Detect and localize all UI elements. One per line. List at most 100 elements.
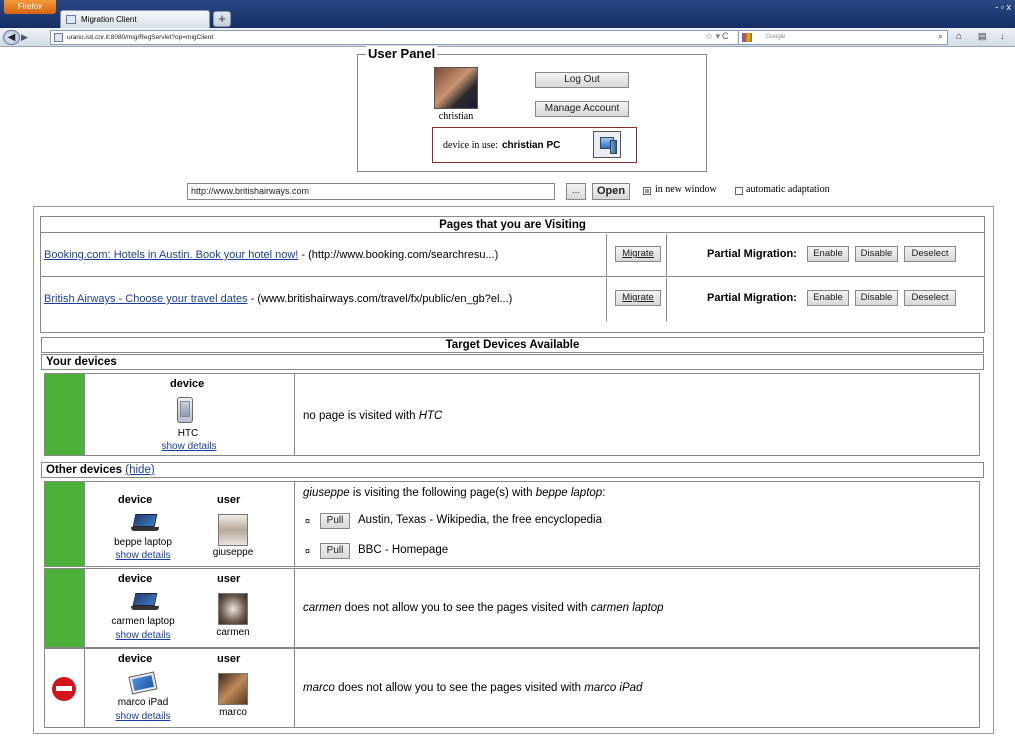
show-details-link[interactable]: show details: [103, 550, 183, 561]
device-available-indicator: [45, 482, 85, 566]
device-row-marco-ipad: device user marco iPad show details marc…: [44, 648, 980, 728]
device-message: no page is visited with HTC: [303, 410, 442, 422]
show-details-link[interactable]: show details: [103, 630, 183, 641]
log-out-button[interactable]: Log Out: [535, 72, 629, 88]
search-icon[interactable]: ⌕: [938, 31, 943, 42]
enable-button[interactable]: Enable: [807, 290, 849, 306]
message-device: HTC: [418, 410, 443, 422]
page-favicon-icon: [66, 15, 76, 24]
device-row-carmen-laptop: device user carmen laptop show details c…: [44, 568, 980, 648]
deselect-button[interactable]: Deselect: [904, 246, 956, 262]
show-details-link[interactable]: show details: [103, 711, 183, 722]
open-url-input[interactable]: http://www.britishairways.com: [187, 183, 555, 200]
bookmark-star-icon[interactable]: ☆ ▾: [705, 31, 720, 42]
browse-button[interactable]: ...: [566, 183, 586, 200]
new-window-checkbox[interactable]: [643, 187, 651, 195]
ipad-icon: [129, 672, 157, 694]
partial-migration-label: Partial Migration:: [707, 248, 797, 260]
device-row-htc: device HTC show details no page is visit…: [44, 373, 980, 456]
other-devices-label: Other devices: [46, 464, 123, 476]
message-end: :: [602, 487, 606, 499]
device-message-cell: giuseppe is visiting the following page(…: [295, 482, 979, 566]
back-arrow-icon[interactable]: ◀: [3, 30, 20, 45]
message-text: no page is visited with: [303, 410, 419, 422]
show-details-link[interactable]: show details: [151, 441, 227, 452]
remote-page-title: Austin, Texas - Wikipedia, the free ency…: [358, 514, 602, 526]
user-photo: [218, 673, 248, 705]
home-icon[interactable]: ⌂: [956, 31, 962, 42]
address-text: urano.isti.cnr.it:8080/mig/RegServlet?op…: [67, 34, 214, 41]
migrate-button[interactable]: Migrate: [615, 290, 661, 306]
migrate-cell: Migrate: [607, 234, 667, 277]
visited-page-link[interactable]: British Airways - Choose your travel dat…: [44, 293, 248, 305]
bookmarks-icon[interactable]: ▤: [978, 31, 987, 42]
device-name: HTC: [177, 428, 199, 439]
user-column-label: user: [217, 573, 241, 585]
device-column-label: device: [170, 378, 205, 390]
visited-page-row: British Airways - Choose your travel dat…: [41, 278, 984, 321]
device-column-label: device: [118, 494, 153, 506]
phone-icon: [177, 397, 193, 423]
list-bullet: ¤: [305, 516, 311, 526]
visited-pages-header: Pages that you are Visiting: [41, 217, 984, 233]
pull-button[interactable]: Pull: [320, 543, 350, 559]
enable-button[interactable]: Enable: [807, 246, 849, 262]
device-row-beppe-laptop: device user beppe laptop show details gi…: [44, 481, 980, 567]
pull-button[interactable]: Pull: [320, 513, 350, 529]
disable-button[interactable]: Disable: [855, 246, 898, 262]
user-panel-title: User Panel: [366, 46, 438, 61]
device-message-cell: marco does not allow you to see the page…: [295, 649, 979, 727]
new-tab-button[interactable]: +: [213, 11, 231, 27]
user-name: marco: [219, 707, 247, 718]
address-bar[interactable]: urano.isti.cnr.it:8080/mig/RegServlet?op…: [50, 30, 800, 45]
firefox-menu-button[interactable]: Firefox: [4, 0, 56, 14]
visited-page-cell: Booking.com: Hotels in Austin. Book your…: [41, 234, 607, 277]
device-in-use: device in use: christian PC: [443, 140, 560, 151]
deselect-button[interactable]: Deselect: [904, 290, 956, 306]
device-message-cell: no page is visited with HTC: [295, 374, 979, 455]
user-photo: [218, 593, 248, 625]
user-column-label: user: [217, 653, 241, 665]
download-icon[interactable]: ↓: [1000, 31, 1005, 41]
automatic-adaptation-label: automatic adaptation: [746, 184, 830, 195]
tab-migration-client[interactable]: Migration Client: [60, 10, 210, 28]
device-message: carmen does not allow you to see the pag…: [303, 602, 664, 614]
message-text: does not allow you to see the pages visi…: [341, 602, 591, 614]
visited-page-link[interactable]: Booking.com: Hotels in Austin. Book your…: [44, 249, 298, 261]
disable-button[interactable]: Disable: [855, 290, 898, 306]
hide-link[interactable]: (hide): [125, 464, 154, 476]
pc-icon: [593, 131, 621, 158]
message-text: is visiting the following page(s) with: [349, 487, 536, 499]
message-text: does not allow you to see the pages visi…: [334, 682, 585, 694]
device-in-use-value: christian PC: [501, 140, 561, 151]
your-devices-header: Your devices: [41, 354, 984, 370]
window-controls[interactable]: - ▫ x: [995, 2, 1011, 12]
visited-page-row: Booking.com: Hotels in Austin. Book your…: [41, 234, 984, 277]
reload-icon[interactable]: C: [722, 31, 729, 41]
device-available-indicator: [45, 569, 85, 647]
automatic-adaptation-checkbox[interactable]: [735, 187, 743, 195]
device-available-indicator: [45, 374, 85, 455]
visited-page-url: (www.britishairways.com/travel/fx/public…: [257, 293, 513, 305]
message-user: giuseppe: [303, 487, 350, 499]
target-devices-header: Target Devices Available: [41, 337, 984, 353]
forward-arrow-icon[interactable]: ▶: [21, 32, 33, 43]
migrate-button[interactable]: Migrate: [615, 246, 661, 262]
open-button[interactable]: Open: [592, 183, 630, 200]
message-device: carmen laptop: [590, 602, 664, 614]
device-name: marco iPad: [117, 697, 169, 708]
separator: -: [298, 249, 309, 261]
device-column-label: device: [118, 653, 153, 665]
visited-page-url: (http://www.booking.com/searchresu...): [308, 249, 499, 261]
device-info-cell: device user carmen laptop show details c…: [85, 569, 295, 647]
username-label: christian: [438, 111, 474, 122]
partial-migration-cell: Partial Migration: Enable Disable Desele…: [667, 234, 984, 277]
no-entry-icon: [52, 677, 76, 701]
message-device: marco iPad: [584, 682, 643, 694]
search-input[interactable]: Google: [738, 30, 948, 45]
new-window-label: in new window: [655, 184, 717, 195]
migrate-cell: Migrate: [607, 278, 667, 321]
device-name: beppe laptop: [114, 537, 172, 548]
separator: -: [247, 293, 258, 305]
manage-account-button[interactable]: Manage Account: [535, 101, 629, 117]
